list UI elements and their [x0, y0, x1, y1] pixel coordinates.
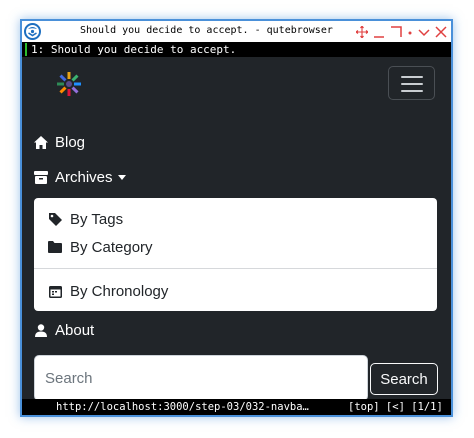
tag-icon [48, 212, 62, 226]
nav-link-about[interactable]: About [34, 318, 94, 342]
dropdown-item-by-category-label: By Category [70, 238, 153, 256]
user-icon [34, 323, 48, 337]
dropdown-item-by-category[interactable]: By Category [48, 236, 153, 258]
window-controls [356, 23, 447, 40]
site-logo-icon[interactable] [56, 71, 82, 97]
dropdown-item-by-chronology-label: By Chronology [70, 282, 169, 300]
tab-indicator [25, 43, 27, 56]
navbar-toggler-button[interactable] [388, 66, 435, 100]
qutebrowser-icon [24, 23, 41, 40]
move-icon[interactable] [356, 25, 368, 38]
dropdown-divider [34, 268, 437, 269]
nav-link-blog-label: Blog [55, 133, 86, 151]
shade-icon[interactable] [418, 26, 430, 38]
archive-box-icon [34, 170, 48, 184]
hamburger-menu-icon [401, 76, 423, 78]
caret-down-icon [117, 174, 126, 180]
tab-bar: 1: Should you decide to accept. [22, 42, 451, 57]
dropdown-item-by-tags-label: By Tags [70, 210, 124, 228]
search-input[interactable] [34, 355, 368, 401]
hamburger-menu-icon [401, 90, 423, 92]
nav-link-blog[interactable]: Blog [34, 130, 85, 154]
dropdown-item-by-chronology[interactable]: By Chronology [48, 280, 168, 302]
folder-icon [48, 240, 62, 254]
tab-1[interactable]: 1: Should you decide to accept. [31, 42, 236, 57]
window-title: Should you decide to accept. - qutebrows… [80, 25, 333, 36]
maximize-icon[interactable] [390, 25, 402, 38]
status-bar: http://localhost:3000/step-03/032-navba…… [22, 399, 451, 415]
archives-dropdown-menu: By Tags By Category By Chronology [34, 198, 437, 311]
hamburger-menu-icon [401, 83, 423, 85]
search-button[interactable]: Search [370, 363, 438, 395]
dropdown-item-by-tags[interactable]: By Tags [48, 208, 123, 230]
browser-window: Should you decide to accept. - qutebrows… [22, 21, 451, 415]
status-position: [top] [<] [1/1] [348, 401, 443, 413]
home-icon [34, 135, 48, 149]
web-page: Blog Archives By Tags By Category By Chr… [22, 57, 451, 401]
calendar-icon [48, 284, 62, 298]
sticky-dot-icon[interactable] [407, 26, 413, 38]
nav-link-archives-label: Archives [55, 168, 113, 186]
nav-link-archives[interactable]: Archives [34, 165, 126, 189]
status-url: http://localhost:3000/step-03/032-navba… [56, 401, 309, 413]
nav-link-about-label: About [55, 321, 95, 339]
title-bar: Should you decide to accept. - qutebrows… [22, 21, 451, 42]
close-icon[interactable] [435, 25, 447, 38]
minimize-icon[interactable] [373, 26, 385, 38]
